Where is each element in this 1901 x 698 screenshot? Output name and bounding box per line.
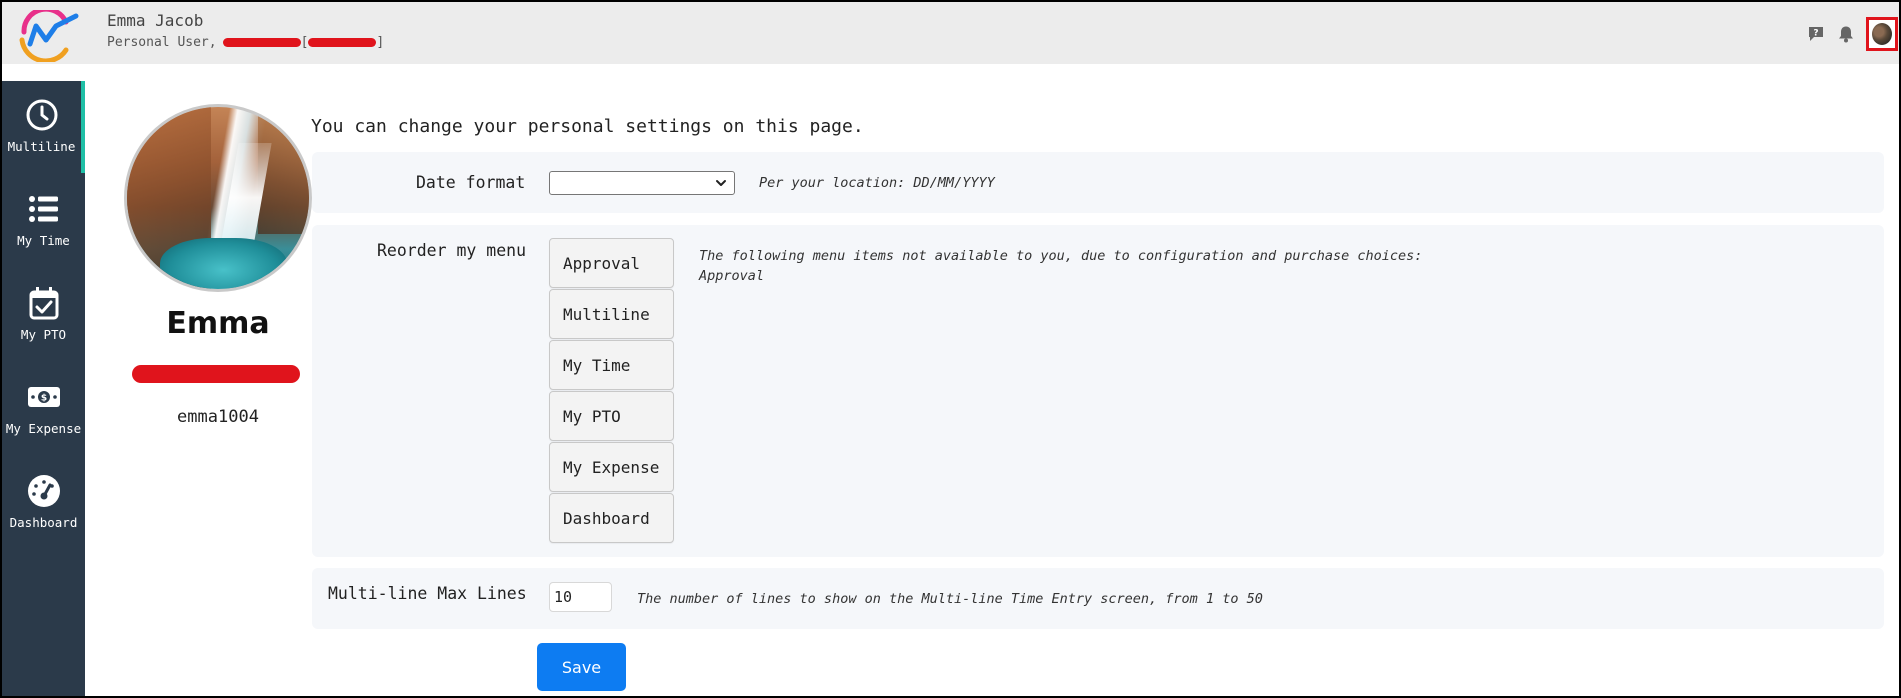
date-format-select[interactable] xyxy=(549,171,735,195)
bracket-close: ] xyxy=(376,35,385,50)
app-window: Emma Jacob Personal User, [ ] ? Multilin… xyxy=(2,2,1899,696)
sidebar-item-label: My PTO xyxy=(20,327,67,342)
menu-notice: The following menu items not available t… xyxy=(699,248,1423,264)
reorder-menu-label: Reorder my menu xyxy=(377,241,527,260)
user-role: Personal User, [ ] xyxy=(107,35,384,50)
sidebar: Multiline My Time My PTO $ My Expense Da… xyxy=(2,81,85,696)
gauge-icon xyxy=(27,475,60,507)
menu-item-dashboard[interactable]: Dashboard xyxy=(549,493,674,543)
profile-photo xyxy=(124,104,312,292)
sidebar-item-label: Dashboard xyxy=(9,515,78,530)
sidebar-item-dashboard[interactable]: Dashboard xyxy=(2,457,85,549)
max-lines-hint: The number of lines to show on the Multi… xyxy=(637,591,1263,607)
sidebar-item-label: My Time xyxy=(17,233,70,248)
reorder-menu-panel xyxy=(312,225,1884,557)
menu-item-my-time[interactable]: My Time xyxy=(549,340,674,390)
calendar-check-icon xyxy=(29,287,58,320)
user-name: Emma Jacob xyxy=(107,11,204,30)
redaction-mark xyxy=(222,38,301,47)
max-lines-input[interactable] xyxy=(549,582,612,612)
menu-item-my-expense[interactable]: My Expense xyxy=(549,442,674,492)
profile-username: emma1004 xyxy=(177,407,259,427)
redaction-mark xyxy=(308,38,377,47)
profile-first-name: Emma xyxy=(166,306,270,341)
date-format-label: Date format xyxy=(416,173,526,192)
list-icon xyxy=(28,196,58,222)
clock-icon xyxy=(26,99,57,131)
date-format-panel xyxy=(312,152,1884,213)
sidebar-item-my-time[interactable]: My Time xyxy=(2,175,85,267)
app-logo[interactable] xyxy=(16,10,82,62)
menu-item-multiline[interactable]: Multiline xyxy=(549,289,674,339)
page-intro: You can change your personal settings on… xyxy=(311,116,864,137)
sidebar-item-label: Multiline xyxy=(7,139,76,154)
max-lines-label: Multi-line Max Lines xyxy=(328,584,527,603)
user-role-text: Personal User, xyxy=(107,35,217,50)
redaction-mark xyxy=(132,365,300,383)
sidebar-item-my-expense[interactable]: $ My Expense xyxy=(2,363,85,455)
sidebar-item-label: My Expense xyxy=(5,421,82,436)
save-button[interactable]: Save xyxy=(537,643,626,691)
top-bar: Emma Jacob Personal User, [ ] ? xyxy=(2,2,1899,64)
user-avatar-button[interactable] xyxy=(1866,17,1898,51)
avatar xyxy=(1872,23,1892,45)
chevron-down-icon xyxy=(716,180,726,186)
sidebar-item-multiline[interactable]: Multiline xyxy=(2,81,85,173)
bell-icon[interactable] xyxy=(1837,25,1855,43)
money-icon: $ xyxy=(27,387,60,407)
menu-item-my-pto[interactable]: My PTO xyxy=(549,391,674,441)
menu-item-approval[interactable]: Approval xyxy=(549,238,674,288)
svg-text:?: ? xyxy=(1813,29,1818,39)
sidebar-item-my-pto[interactable]: My PTO xyxy=(2,269,85,361)
svg-text:$: $ xyxy=(40,394,46,404)
date-format-hint: Per your location: DD/MM/YYYY xyxy=(759,175,995,191)
help-icon[interactable]: ? xyxy=(1807,25,1825,43)
menu-notice-item: Approval xyxy=(699,268,765,284)
bracket-open: [ xyxy=(300,35,309,50)
